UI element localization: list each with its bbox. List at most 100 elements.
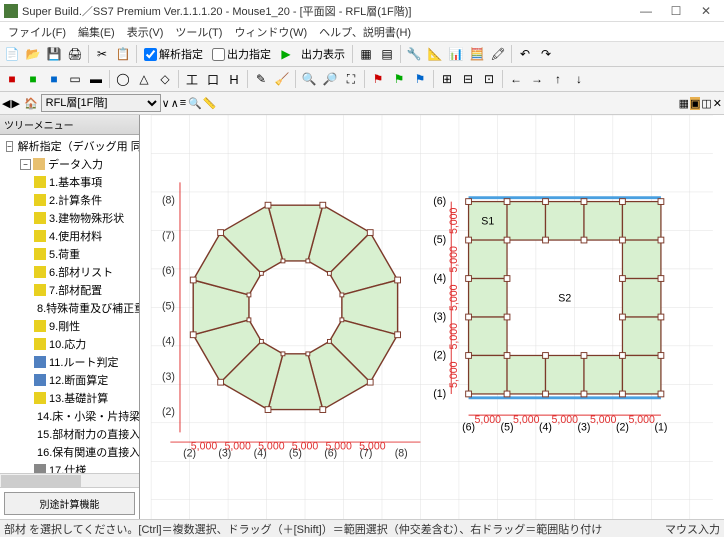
- view-b-icon[interactable]: ■: [23, 69, 43, 89]
- titlebar: Super Build.／SS7 Premium Ver.1.1.1.20 - …: [0, 0, 724, 22]
- arrow-down-icon[interactable]: ↓: [569, 69, 589, 89]
- redo-icon[interactable]: ↷: [536, 44, 556, 64]
- tree-root[interactable]: −解析指定（デバッグ用 同一プロセ: [2, 137, 137, 155]
- window-split-icon[interactable]: ◫: [701, 97, 711, 110]
- tree-item[interactable]: 14.床・小梁・片持梁: [2, 407, 137, 425]
- tool-c-icon[interactable]: 📊: [446, 44, 466, 64]
- tool-e-icon[interactable]: 🖍: [488, 44, 508, 64]
- menu-tool[interactable]: ツール(T): [169, 22, 228, 42]
- tree-item[interactable]: 10.応力: [2, 335, 137, 353]
- arrow-up-icon[interactable]: ↑: [548, 69, 568, 89]
- menu-window[interactable]: ウィンドウ(W): [228, 22, 313, 42]
- tree-item[interactable]: 13.基礎計算: [2, 389, 137, 407]
- menu-view[interactable]: 表示(V): [121, 22, 170, 42]
- tree-item[interactable]: 6.部材リスト: [2, 263, 137, 281]
- fit-icon[interactable]: ⛶: [341, 69, 361, 89]
- tree-item[interactable]: 17.仕様: [2, 461, 137, 473]
- toolbar-main: 📄 📂 💾 🖨 ✂ 📋 解析指定 出力指定 ▶ 出力表示 ▦ ▤ 🔧 📐 📊 🧮…: [0, 42, 724, 67]
- play-icon[interactable]: ▶: [276, 44, 296, 64]
- view-d-icon[interactable]: ▭: [65, 69, 85, 89]
- window-close-icon[interactable]: ✕: [713, 97, 722, 110]
- section-a-icon[interactable]: 工: [182, 69, 202, 89]
- output-show-toggle[interactable]: 出力表示: [297, 46, 349, 62]
- filter-b-icon[interactable]: ∧: [171, 97, 179, 110]
- tree-view[interactable]: −解析指定（デバッグ用 同一プロセ −データ入力 1.基本事項2.計算条件3.建…: [0, 135, 139, 473]
- shape-a-icon[interactable]: ◯: [113, 69, 133, 89]
- view-e-icon[interactable]: ▬: [86, 69, 106, 89]
- back-icon[interactable]: ◀: [2, 97, 10, 110]
- view-a-icon[interactable]: ■: [2, 69, 22, 89]
- tool-a-icon[interactable]: 🔧: [404, 44, 424, 64]
- window-tile-icon[interactable]: ▦: [679, 97, 689, 110]
- fwd-icon[interactable]: ▶: [11, 97, 19, 110]
- tree-item[interactable]: 16.保有関連の直接入力: [2, 443, 137, 461]
- tree-item[interactable]: 8.特殊荷重及び補正重量: [2, 299, 137, 317]
- tree-item[interactable]: 9.剛性: [2, 317, 137, 335]
- tree-item[interactable]: 1.基本事項: [2, 173, 137, 191]
- save-icon[interactable]: 💾: [44, 44, 64, 64]
- flag-red-icon[interactable]: ⚑: [368, 69, 388, 89]
- shape-b-icon[interactable]: △: [134, 69, 154, 89]
- arrow-left-icon[interactable]: ←: [506, 69, 526, 89]
- menu-edit[interactable]: 編集(E): [72, 22, 121, 42]
- tool-d-icon[interactable]: 🧮: [467, 44, 487, 64]
- edit-pen-icon[interactable]: ✎: [251, 69, 271, 89]
- svg-text:5,000: 5,000: [448, 361, 460, 388]
- window-cascade-icon[interactable]: ▣: [690, 97, 700, 110]
- svg-text:(3): (3): [433, 311, 446, 323]
- edit-erase-icon[interactable]: 🧹: [272, 69, 292, 89]
- tool-b-icon[interactable]: 📐: [425, 44, 445, 64]
- tree-item[interactable]: 4.使用材料: [2, 227, 137, 245]
- floor-select[interactable]: RFL層[1F階]: [41, 94, 161, 112]
- extra-calc-button[interactable]: 別途計算機能: [4, 492, 135, 515]
- tree-item[interactable]: 15.部材耐力の直接入力: [2, 425, 137, 443]
- flag-green-icon[interactable]: ⚑: [389, 69, 409, 89]
- output-spec-toggle[interactable]: 出力指定: [208, 46, 275, 62]
- open-icon[interactable]: 📂: [23, 44, 43, 64]
- copy-icon[interactable]: 📋: [113, 44, 133, 64]
- bullet-icon: [34, 464, 46, 473]
- menu-file[interactable]: ファイル(F): [2, 22, 72, 42]
- section-c-icon[interactable]: Ｈ: [224, 69, 244, 89]
- svg-text:(2): (2): [616, 422, 629, 434]
- undo-icon[interactable]: ↶: [515, 44, 535, 64]
- misc-a-icon[interactable]: ⊞: [437, 69, 457, 89]
- tree-item[interactable]: 12.断面算定: [2, 371, 137, 389]
- zoom-out-icon[interactable]: 🔎: [320, 69, 340, 89]
- section-b-icon[interactable]: 口: [203, 69, 223, 89]
- new-icon[interactable]: 📄: [2, 44, 22, 64]
- zoom-in-icon[interactable]: 🔍: [299, 69, 319, 89]
- ruler-icon[interactable]: 📏: [203, 97, 217, 110]
- svg-text:(8): (8): [395, 447, 408, 459]
- sidebar-scroll-h[interactable]: [0, 473, 139, 487]
- analysis-spec-toggle[interactable]: 解析指定: [140, 46, 207, 62]
- tree-group-data[interactable]: −データ入力: [2, 155, 137, 173]
- view-c-icon[interactable]: ■: [44, 69, 64, 89]
- tree-item[interactable]: 5.荷重: [2, 245, 137, 263]
- layer-icon[interactable]: ▤: [377, 44, 397, 64]
- maximize-button[interactable]: ☐: [662, 2, 690, 20]
- tree-item[interactable]: 7.部材配置: [2, 281, 137, 299]
- tree-item[interactable]: 2.計算条件: [2, 191, 137, 209]
- shape-c-icon[interactable]: ◇: [155, 69, 175, 89]
- bullet-icon: [34, 176, 46, 188]
- tree-item[interactable]: 3.建物物殊形状: [2, 209, 137, 227]
- cut-icon[interactable]: ✂: [92, 44, 112, 64]
- filter-a-icon[interactable]: ∨: [162, 97, 170, 110]
- drawing-canvas[interactable]: (2)(3)(4)(5)(6)(7)(8)(2)(3)(4)(5)(6)(7)(…: [140, 115, 724, 519]
- misc-c-icon[interactable]: ⊡: [479, 69, 499, 89]
- flag-blue-icon[interactable]: ⚑: [410, 69, 430, 89]
- print-icon[interactable]: 🖨: [65, 44, 85, 64]
- search-icon[interactable]: 🔍: [188, 97, 202, 110]
- floor-dropdown[interactable]: 🏠 RFL層[1F階]: [21, 94, 161, 112]
- tree-item[interactable]: 11.ルート判定: [2, 353, 137, 371]
- close-button[interactable]: ✕: [692, 2, 720, 20]
- minimize-button[interactable]: —: [632, 2, 660, 20]
- svg-text:(2): (2): [433, 349, 446, 361]
- misc-b-icon[interactable]: ⊟: [458, 69, 478, 89]
- grid-icon[interactable]: ▦: [356, 44, 376, 64]
- svg-text:(3): (3): [162, 371, 175, 383]
- filter-c-icon[interactable]: ≡: [180, 97, 186, 109]
- arrow-right-icon[interactable]: →: [527, 69, 547, 89]
- menu-help[interactable]: ヘルプ、説明書(H): [313, 22, 417, 42]
